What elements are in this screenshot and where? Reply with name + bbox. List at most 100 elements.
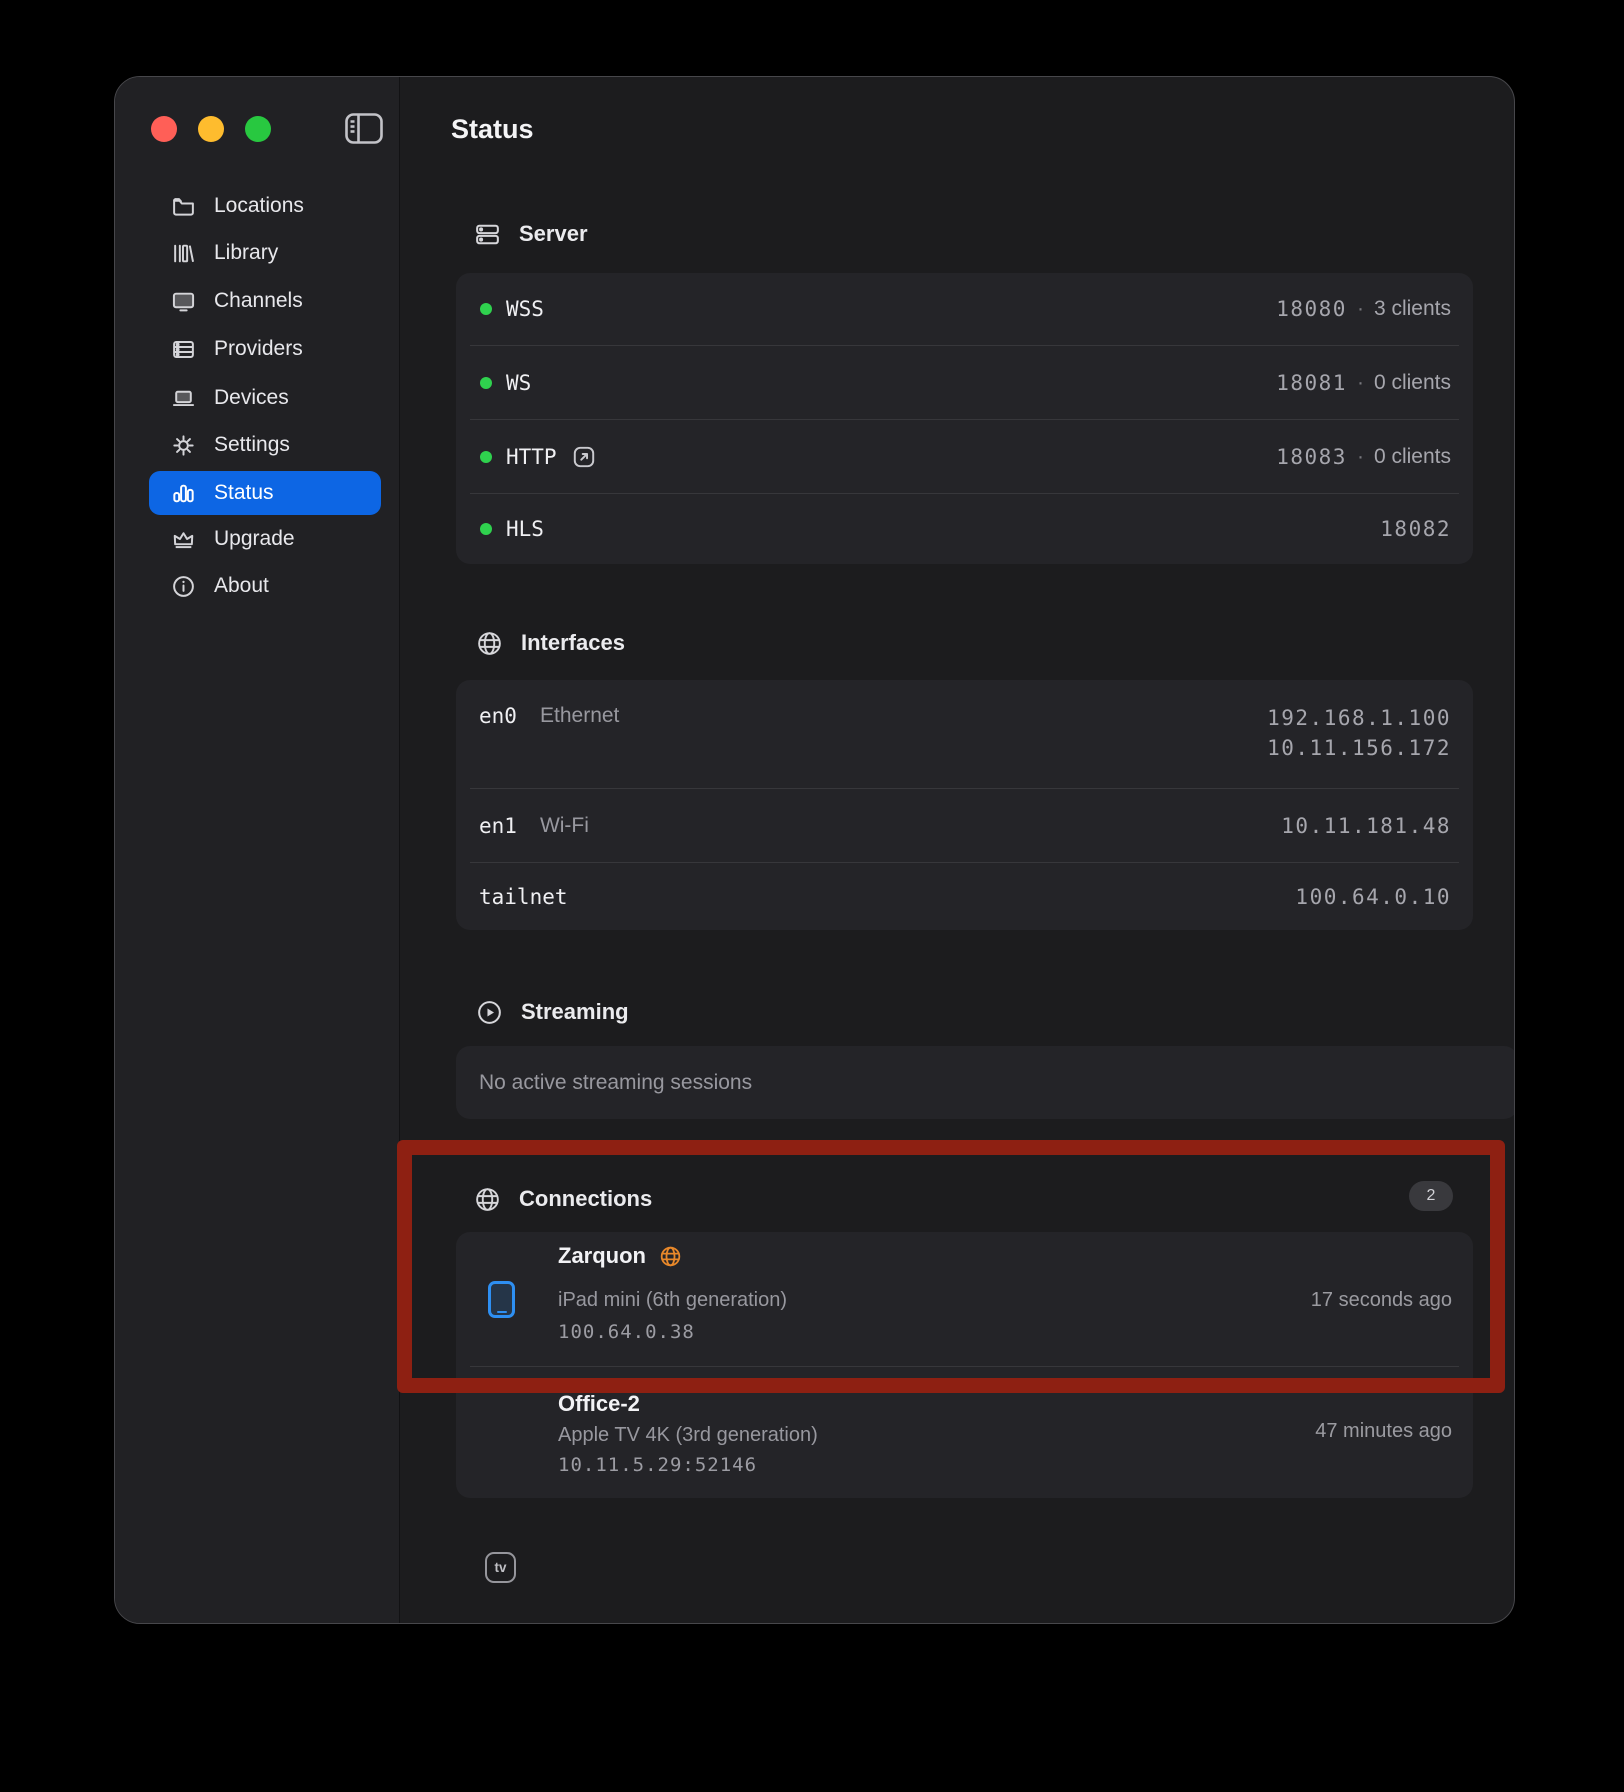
server-row-label: WSS bbox=[506, 297, 544, 321]
device-model: iPad mini (6th generation) bbox=[558, 1289, 787, 1312]
appletv-icon: tv bbox=[485, 1552, 516, 1583]
streaming-empty-message: No active streaming sessions bbox=[479, 1071, 752, 1095]
sidebar-item-label: Library bbox=[214, 241, 278, 265]
badge-value: 2 bbox=[1427, 1187, 1436, 1205]
sidebar-item-upgrade[interactable]: Upgrade bbox=[149, 517, 381, 561]
interface-row-tailnet: tailnet 100.64.0.10 bbox=[456, 863, 1473, 930]
play-circle-icon bbox=[475, 998, 503, 1026]
bar-chart-icon bbox=[170, 480, 197, 507]
device-last-seen: 17 seconds ago bbox=[1311, 1289, 1452, 1312]
server-port: 18082 bbox=[1380, 517, 1451, 541]
page-title: Status bbox=[451, 114, 534, 145]
display-icon bbox=[170, 288, 197, 315]
interfaces-section-title: Interfaces bbox=[521, 630, 625, 656]
server-row-label: HLS bbox=[506, 517, 544, 541]
device-model: Apple TV 4K (3rd generation) bbox=[558, 1424, 818, 1447]
server-rack-icon bbox=[170, 336, 197, 363]
globe-icon bbox=[473, 1185, 501, 1213]
app-window: Locations Library Channels Providers Dev… bbox=[114, 76, 1515, 1624]
interface-address: 100.64.0.10 bbox=[1295, 885, 1451, 909]
interface-name: en0 bbox=[479, 704, 517, 728]
interface-address: 10.11.181.48 bbox=[1281, 814, 1451, 838]
server-port: 18081 bbox=[1276, 371, 1347, 395]
status-dot-online bbox=[480, 523, 492, 535]
device-address: 100.64.0.38 bbox=[558, 1321, 695, 1343]
interface-row-en0: en0 Ethernet 192.168.1.100 10.11.156.172 bbox=[456, 680, 1473, 788]
laptop-icon bbox=[170, 385, 197, 412]
sidebar-item-locations[interactable]: Locations bbox=[149, 184, 381, 228]
device-name: Zarquon bbox=[558, 1243, 646, 1269]
server-row-hls: HLS 18082 bbox=[456, 494, 1473, 564]
ipad-icon bbox=[488, 1281, 515, 1318]
device-name: Office-2 bbox=[558, 1391, 640, 1417]
sidebar-item-label: Upgrade bbox=[214, 527, 295, 551]
server-clients: 0 clients bbox=[1374, 371, 1451, 395]
server-clients: 0 clients bbox=[1374, 445, 1451, 469]
status-dot-online bbox=[480, 377, 492, 389]
sidebar-item-status[interactable]: Status bbox=[149, 471, 381, 515]
connections-card: Zarquon iPad mini (6th generation) 100.6… bbox=[456, 1232, 1473, 1498]
interfaces-card: en0 Ethernet 192.168.1.100 10.11.156.172… bbox=[456, 680, 1473, 930]
orange-globe-emoji bbox=[659, 1245, 682, 1268]
server-row-ws: WS 18081 · 0 clients bbox=[456, 346, 1473, 419]
server-clients: 3 clients bbox=[1374, 297, 1451, 321]
server-row-http: HTTP 18083 · 0 clients bbox=[456, 420, 1473, 493]
status-dot-online bbox=[480, 451, 492, 463]
value-separator: · bbox=[1357, 297, 1364, 321]
sidebar-item-about[interactable]: About bbox=[149, 564, 381, 608]
interface-name: en1 bbox=[479, 814, 517, 838]
server-port: 18080 bbox=[1276, 297, 1347, 321]
connection-row-office2[interactable]: tv Office-2 Apple TV 4K (3rd generation)… bbox=[456, 1366, 1473, 1498]
books-icon bbox=[170, 240, 197, 267]
sidebar-item-channels[interactable]: Channels bbox=[149, 279, 381, 323]
device-address: 10.11.5.29:52146 bbox=[558, 1454, 757, 1476]
server-card: WSS 18080 · 3 clients WS 18081 · 0 clien… bbox=[456, 273, 1473, 564]
minimize-button[interactable] bbox=[198, 116, 224, 142]
streaming-card: No active streaming sessions bbox=[456, 1046, 1515, 1119]
info-icon bbox=[170, 573, 197, 600]
connections-count-badge: 2 bbox=[1409, 1181, 1453, 1211]
server-row-wss: WSS 18080 · 3 clients bbox=[456, 273, 1473, 345]
sidebar-item-label: Providers bbox=[214, 337, 303, 361]
server-row-label: HTTP bbox=[506, 445, 557, 469]
sidebar-item-label: Locations bbox=[214, 194, 304, 218]
connections-section-title: Connections bbox=[519, 1186, 652, 1212]
server-port: 18083 bbox=[1276, 445, 1347, 469]
sidebar-item-library[interactable]: Library bbox=[149, 231, 381, 275]
sidebar-item-label: Devices bbox=[214, 386, 289, 410]
streaming-section-header: Streaming bbox=[475, 998, 629, 1026]
value-separator: · bbox=[1357, 371, 1364, 395]
connections-section-header: Connections bbox=[473, 1185, 652, 1213]
interface-name: tailnet bbox=[479, 885, 568, 909]
close-button[interactable] bbox=[151, 116, 177, 142]
value-separator: · bbox=[1357, 445, 1364, 469]
interface-kind: Wi-Fi bbox=[540, 814, 589, 838]
sidebar-item-settings[interactable]: Settings bbox=[149, 423, 381, 467]
status-dot-online bbox=[480, 303, 492, 315]
interface-address: 192.168.1.100 bbox=[1267, 706, 1451, 730]
interfaces-section-header: Interfaces bbox=[475, 629, 625, 657]
sidebar-item-providers[interactable]: Providers bbox=[149, 327, 381, 371]
sidebar-item-label: Settings bbox=[214, 433, 290, 457]
sidebar-item-label: Status bbox=[214, 481, 274, 505]
interface-address: 10.11.156.172 bbox=[1267, 736, 1451, 760]
zoom-button[interactable] bbox=[245, 116, 271, 142]
appletv-icon-label: tv bbox=[494, 1560, 506, 1575]
sidebar: Locations Library Channels Providers Dev… bbox=[115, 77, 400, 1623]
sidebar-item-devices[interactable]: Devices bbox=[149, 376, 381, 420]
sidebar-item-label: About bbox=[214, 574, 269, 598]
server-icon bbox=[473, 220, 501, 248]
sidebar-item-label: Channels bbox=[214, 289, 303, 313]
external-link-icon[interactable] bbox=[571, 444, 597, 470]
globe-icon bbox=[475, 629, 503, 657]
server-section-header: Server bbox=[473, 220, 588, 248]
device-last-seen: 47 minutes ago bbox=[1315, 1420, 1452, 1443]
server-row-label: WS bbox=[506, 371, 531, 395]
sidebar-toggle-icon[interactable] bbox=[345, 113, 383, 144]
gear-icon bbox=[170, 432, 197, 459]
crown-icon bbox=[170, 526, 197, 553]
connection-row-zarquon[interactable]: Zarquon iPad mini (6th generation) 100.6… bbox=[456, 1232, 1473, 1366]
folder-icon bbox=[170, 193, 197, 220]
interface-kind: Ethernet bbox=[540, 704, 619, 728]
streaming-section-title: Streaming bbox=[521, 999, 629, 1025]
